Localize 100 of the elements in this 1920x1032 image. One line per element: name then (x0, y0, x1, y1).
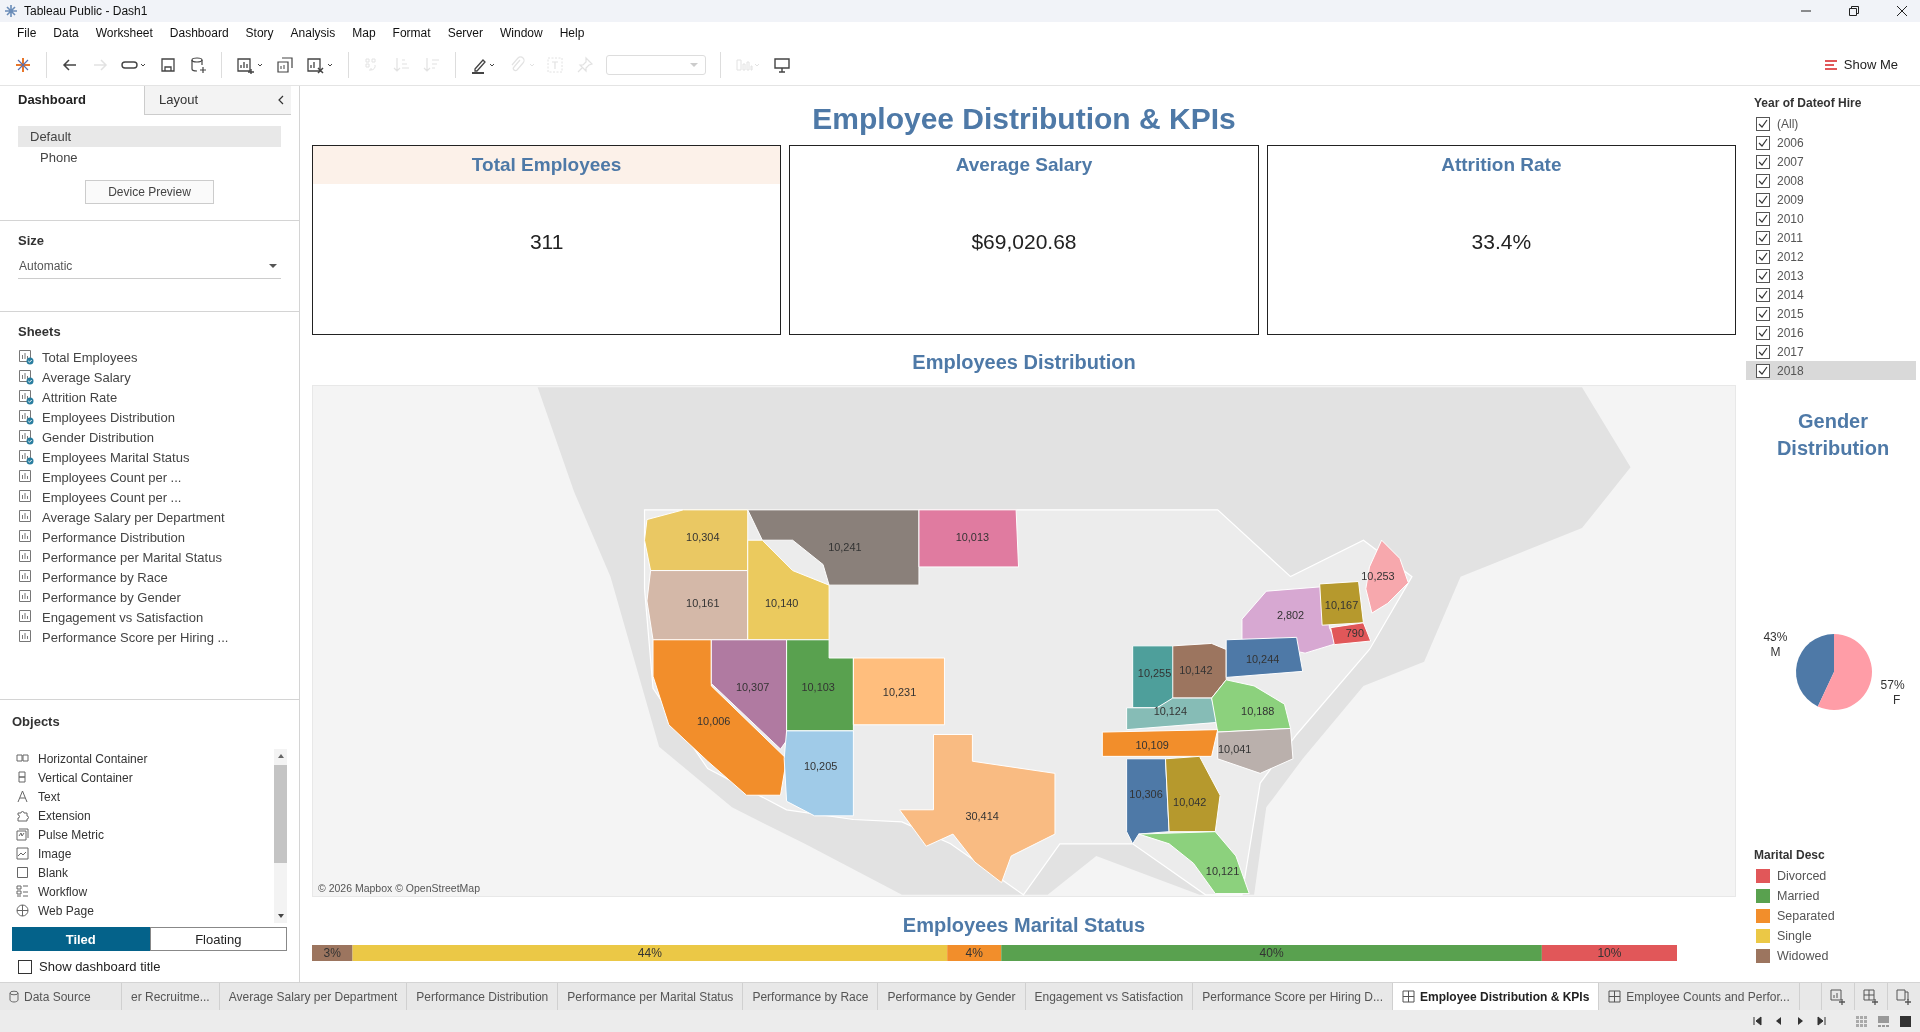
pie-slice[interactable] (1796, 634, 1834, 707)
checkbox[interactable] (1756, 192, 1770, 207)
chart-add-icon[interactable] (236, 55, 264, 74)
sheet-item[interactable]: Performance Score per Hiring ... (42, 629, 229, 645)
restore-icon[interactable] (1848, 5, 1860, 17)
checkbox[interactable] (1756, 344, 1770, 359)
checkbox[interactable] (1756, 363, 1770, 378)
sheet-item[interactable]: Performance by Gender (42, 589, 181, 605)
app-logo-icon[interactable] (14, 55, 32, 74)
checkbox[interactable] (1756, 211, 1770, 226)
new-worksheet-icon[interactable] (1829, 987, 1847, 1006)
filter-option[interactable]: (All) (1777, 116, 1799, 131)
device-preview-button[interactable]: Device Preview (85, 180, 214, 204)
object-item[interactable]: Workflow (38, 884, 88, 899)
first-page-icon[interactable] (1752, 1015, 1764, 1027)
filter-option[interactable]: 2011 (1777, 230, 1803, 245)
filter-option[interactable]: 2009 (1777, 192, 1804, 207)
filter-option[interactable]: 2016 (1777, 325, 1804, 340)
object-item[interactable]: Vertical Container (38, 770, 133, 785)
filter-option[interactable]: 2013 (1777, 268, 1804, 283)
menu-item[interactable]: Map (343, 24, 384, 42)
checkbox[interactable] (1756, 173, 1770, 188)
sheet-item[interactable]: Engagement vs Satisfaction (42, 609, 204, 625)
menu-item[interactable]: Window (490, 24, 551, 42)
last-page-icon[interactable] (1815, 1015, 1827, 1027)
scroll-up-icon[interactable] (276, 753, 285, 759)
collapse-chevron-icon[interactable] (277, 95, 285, 105)
state-shape[interactable] (1101, 729, 1219, 757)
checkbox[interactable] (1756, 116, 1770, 131)
chart-clear-icon[interactable] (306, 55, 334, 74)
tabs-view-icon[interactable] (1899, 1014, 1912, 1028)
sheet-item[interactable]: Attrition Rate (42, 389, 118, 405)
object-item[interactable]: Extension (38, 808, 91, 823)
database-add-icon[interactable] (189, 55, 207, 74)
filter-option[interactable]: 2006 (1777, 135, 1804, 150)
state-shape[interactable] (1165, 755, 1221, 833)
sheet-tab[interactable]: Employee Distribution & KPIs (1393, 983, 1600, 1010)
filter-option[interactable]: 2014 (1777, 287, 1804, 302)
checkbox[interactable] (1756, 230, 1770, 245)
sheet-item[interactable]: Employees Marital Status (42, 449, 190, 465)
object-item[interactable]: Text (38, 789, 60, 804)
object-item[interactable]: Web Page (38, 903, 94, 918)
checkbox[interactable] (1756, 135, 1770, 150)
filter-option[interactable]: 2017 (1777, 344, 1804, 359)
layout-toggle[interactable]: Floating (149, 927, 287, 951)
state-shape[interactable] (1217, 727, 1294, 774)
sheet-item[interactable]: Average Salary per Department (42, 509, 225, 525)
scroll-thumb[interactable] (274, 765, 287, 863)
sheet-item[interactable]: Total Employees (42, 349, 138, 365)
sheet-item[interactable]: Employees Distribution (42, 409, 175, 425)
device-item[interactable]: Phone (18, 147, 281, 168)
bar-segment[interactable] (312, 945, 353, 961)
bar-segment[interactable] (947, 945, 1002, 961)
menu-item[interactable]: Dashboard (160, 24, 237, 42)
scrollbar[interactable] (274, 749, 287, 923)
menu-item[interactable]: File (8, 24, 45, 42)
object-item[interactable]: Blank (38, 865, 69, 880)
checkbox[interactable] (1756, 287, 1770, 302)
filter-option[interactable]: 2007 (1777, 154, 1804, 169)
pie-slice[interactable] (1817, 634, 1872, 710)
sheet-item[interactable]: Employees Count per ... (42, 489, 182, 505)
save-icon[interactable] (159, 55, 177, 74)
layout-toggle[interactable]: Tiled (12, 927, 150, 951)
filter-row-highlight[interactable]: 2018 (1746, 361, 1916, 380)
menu-item[interactable]: Help (550, 24, 593, 42)
filter-option[interactable]: 2018 (1777, 363, 1804, 378)
sheet-item[interactable]: Performance per Marital Status (42, 549, 222, 565)
menu-item[interactable]: Data (44, 24, 87, 42)
checkbox[interactable] (1756, 325, 1770, 340)
filter-option[interactable]: 2015 (1777, 306, 1804, 321)
menu-item[interactable]: Server (438, 24, 491, 42)
checkbox[interactable] (1756, 249, 1770, 264)
object-item[interactable]: Pulse Metric (38, 827, 105, 842)
show-me-button[interactable]: Show Me (1815, 53, 1906, 76)
scroll-down-icon[interactable] (276, 913, 285, 919)
panel-tab[interactable]: Layout (144, 85, 291, 115)
state-shape[interactable] (1330, 622, 1372, 646)
sheet-item[interactable]: Average Salary (42, 369, 131, 385)
menu-item[interactable]: Format (383, 24, 439, 42)
new-dashboard-icon[interactable] (1862, 987, 1880, 1006)
close-icon[interactable] (1896, 5, 1908, 17)
checkbox[interactable] (18, 959, 32, 974)
state-shape[interactable] (1211, 679, 1292, 733)
checkbox[interactable] (1756, 268, 1770, 283)
new-story-icon[interactable] (1895, 987, 1913, 1006)
sheet-item[interactable]: Performance Distribution (42, 529, 186, 545)
sheet-item[interactable]: Gender Distribution (42, 429, 154, 445)
state-shape[interactable] (1225, 636, 1304, 678)
menu-item[interactable]: Story (236, 24, 282, 42)
filter-option[interactable]: 2010 (1777, 211, 1804, 226)
duplicate-chart-icon[interactable] (276, 55, 294, 74)
sheet-item[interactable]: Employees Count per ... (42, 469, 182, 485)
menu-item[interactable]: Worksheet (86, 24, 161, 42)
checkbox[interactable] (1756, 306, 1770, 321)
checkbox[interactable] (1756, 154, 1770, 169)
presentation-icon[interactable] (773, 55, 791, 74)
object-item[interactable]: Horizontal Container (38, 751, 148, 766)
filter-option[interactable]: 2012 (1777, 249, 1804, 264)
size-dropdown[interactable]: Automatic (18, 256, 281, 279)
filter-option[interactable]: 2008 (1777, 173, 1804, 188)
